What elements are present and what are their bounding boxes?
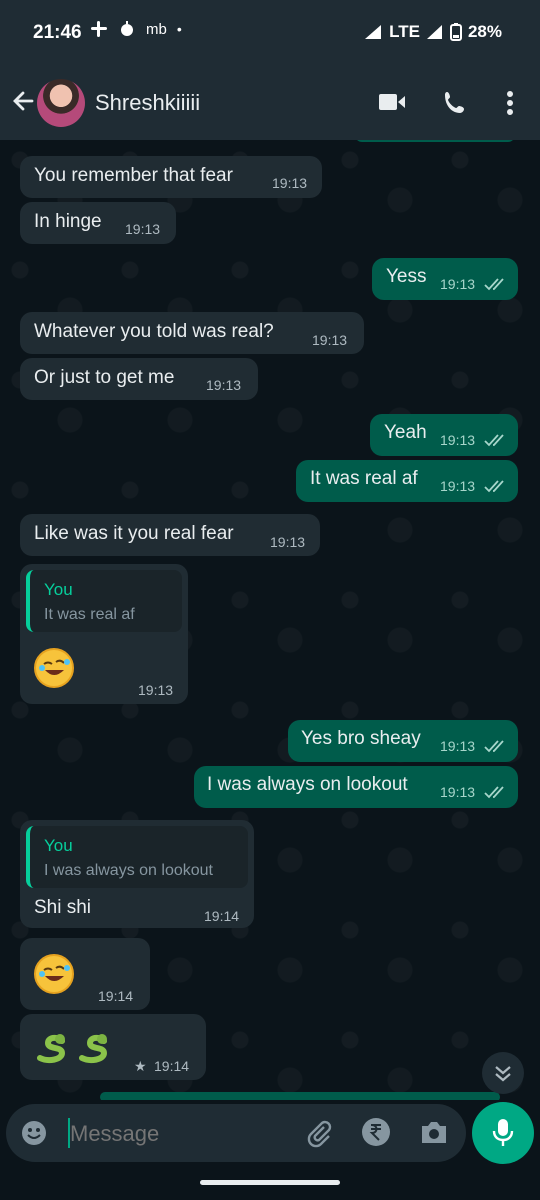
read-receipt-icon xyxy=(484,786,504,799)
chat-area[interactable]: You remember that fear 19:13 In hinge 19… xyxy=(0,140,540,1100)
message-time: 19:13 xyxy=(270,534,306,550)
message-composer xyxy=(6,1104,466,1162)
message-time: 19:13 xyxy=(440,432,476,448)
status-bar: 21:46 mb • LTE 28% xyxy=(0,0,540,64)
rolling-laughing-emoji-icon xyxy=(34,648,74,688)
starred-icon: ★ xyxy=(134,1058,147,1074)
status-right-icons: LTE 28% xyxy=(363,22,502,42)
message-bubble-incoming[interactable]: In hinge 19:13 xyxy=(20,202,176,244)
message-time: 19:13 xyxy=(440,784,476,800)
message-time: 19:13 xyxy=(206,377,242,393)
avatar[interactable] xyxy=(37,79,85,127)
next-message-sliver xyxy=(100,1092,500,1100)
message-time: 19:13 xyxy=(440,478,476,494)
message-text: It was real af xyxy=(310,468,418,489)
message-time: 19:13 xyxy=(312,332,348,348)
message-time: 19:14 xyxy=(204,908,240,924)
notification-dot-icon: • xyxy=(176,21,182,37)
message-bubble-incoming[interactable]: You remember that fear 19:13 xyxy=(20,156,322,198)
message-bubble-incoming[interactable]: Like was it you real fear 19:13 xyxy=(20,514,320,556)
message-time: 19:13 xyxy=(138,682,174,698)
message-text: Or just to get me xyxy=(34,367,175,388)
rolling-laughing-emoji-icon xyxy=(34,954,74,994)
message-text: Shi shi xyxy=(34,897,92,918)
microphone-icon xyxy=(492,1119,514,1146)
chat-header: Shreshkiiiii xyxy=(0,64,540,140)
slack-icon xyxy=(91,21,107,37)
emoji-icon[interactable] xyxy=(20,1119,48,1147)
voice-call-icon[interactable] xyxy=(442,90,468,116)
message-text: Yess xyxy=(386,266,427,287)
battery-percent: 28% xyxy=(467,22,502,41)
attach-icon[interactable] xyxy=(304,1118,334,1148)
message-bubble-outgoing[interactable]: I was always on lookout 19:13 xyxy=(194,766,518,808)
signal-icon xyxy=(426,25,442,39)
message-bubble-incoming[interactable]: Or just to get me 19:13 xyxy=(20,358,258,400)
quoted-message[interactable]: You It was real af xyxy=(26,570,182,632)
rupee-payment-icon[interactable] xyxy=(361,1117,391,1147)
quoted-text: I was always on lookout xyxy=(44,862,213,879)
double-chevron-down-icon xyxy=(495,1066,511,1082)
carrier-label: mb xyxy=(146,20,167,38)
message-text: You remember that fear xyxy=(34,165,233,186)
message-bubble-incoming-reply[interactable]: You It was real af 19:13 xyxy=(20,564,188,704)
message-text: Whatever you told was real? xyxy=(34,321,274,342)
scroll-to-bottom-button[interactable] xyxy=(482,1052,524,1094)
message-time: 19:13 xyxy=(440,738,476,754)
roaming-signal-icon xyxy=(365,25,382,39)
alarm-icon xyxy=(121,21,133,36)
contact-name[interactable]: Shreshkiiiii xyxy=(95,90,200,116)
quoted-sender: You xyxy=(44,836,73,855)
snake-emoji-icon xyxy=(79,1034,108,1064)
read-receipt-icon xyxy=(484,740,504,753)
message-bubble-incoming-emoji[interactable]: ★ 19:14 xyxy=(20,1014,206,1080)
message-bubble-incoming-reply[interactable]: You I was always on lookout Shi shi 19:1… xyxy=(20,820,254,928)
status-time: 21:46 xyxy=(33,22,82,43)
video-call-icon[interactable] xyxy=(378,92,406,112)
snake-emoji-icon xyxy=(37,1034,66,1064)
more-options-icon[interactable] xyxy=(506,90,514,116)
message-time: 19:13 xyxy=(440,276,476,292)
battery-icon xyxy=(449,23,462,41)
message-bubble-incoming[interactable]: Whatever you told was real? 19:13 xyxy=(20,312,364,354)
read-receipt-icon xyxy=(484,480,504,493)
read-receipt-icon xyxy=(484,434,504,447)
message-text: Yes bro sheay xyxy=(301,728,421,749)
network-type: LTE xyxy=(389,22,420,41)
camera-icon[interactable] xyxy=(419,1118,449,1146)
message-text: Yeah xyxy=(384,422,427,443)
read-receipt-icon xyxy=(484,278,504,291)
message-time: 19:13 xyxy=(125,221,161,237)
message-time: 19:14 xyxy=(98,988,134,1004)
message-time: 19:14 xyxy=(154,1058,190,1074)
message-time: 19:13 xyxy=(272,175,308,191)
message-input[interactable] xyxy=(68,1114,292,1154)
message-text: Like was it you real fear xyxy=(34,523,234,544)
message-bubble-outgoing[interactable]: Yeah 19:13 xyxy=(370,414,518,456)
quoted-message[interactable]: You I was always on lookout xyxy=(26,826,248,888)
voice-message-button[interactable] xyxy=(472,1102,534,1164)
home-indicator[interactable] xyxy=(200,1180,340,1185)
back-arrow-icon[interactable] xyxy=(10,88,36,114)
message-text: In hinge xyxy=(34,211,102,232)
quoted-sender: You xyxy=(44,580,73,599)
status-left-icons: mb • xyxy=(90,20,182,38)
message-bubble-outgoing[interactable]: Yess 19:13 xyxy=(372,258,518,300)
message-bubble-outgoing[interactable]: It was real af 19:13 xyxy=(296,460,518,502)
message-text: I was always on lookout xyxy=(207,774,408,795)
message-bubble-outgoing[interactable]: Yes bro sheay 19:13 xyxy=(288,720,518,762)
quoted-text: It was real af xyxy=(44,606,135,623)
previous-message-sliver xyxy=(355,140,515,142)
message-bubble-incoming-emoji[interactable]: 19:14 xyxy=(20,938,150,1010)
